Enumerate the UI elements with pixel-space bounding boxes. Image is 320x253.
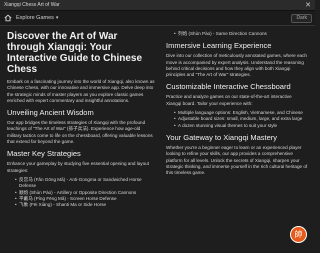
explore-games-label: Explore Games xyxy=(16,15,54,21)
close-icon[interactable]: ✕ xyxy=(305,2,311,9)
explore-games-dropdown[interactable]: Explore Games ▾ xyxy=(16,15,58,21)
list-item: A dozen stunning visual themes to suit y… xyxy=(174,123,308,130)
learning-paragraph: Dive into our collection of meticulously… xyxy=(166,53,307,78)
wisdom-paragraph: Our app bridges the timeless strategies … xyxy=(7,120,153,145)
intro-paragraph: Embark on a fascinating journey into the… xyxy=(7,79,155,103)
window-title: Xiangqi Chess Art of War xyxy=(4,2,60,8)
strategies-paragraph: Enhance your gameplay by studying five e… xyxy=(7,161,149,173)
gateway-paragraph: Whether you're a beginner eager to learn… xyxy=(166,144,308,176)
strategies-list: 反宫马 (Fǎn Gōng Mǎ) - Anti-Gongma or Sandw… xyxy=(15,177,155,209)
list-item: 反宫马 (Fǎn Gōng Mǎ) - Anti-Gongma or Sandw… xyxy=(15,177,155,190)
page-title: Discover the Art of War through Xiangqi:… xyxy=(7,31,143,75)
window-titlebar: Xiangqi Chess Art of War ✕ xyxy=(0,0,315,11)
board-heading: Customizable Interactive Chessboard xyxy=(166,82,291,92)
strategies-heading: Master Key Strategies xyxy=(7,149,81,159)
dark-mode-button[interactable]: Dark xyxy=(291,13,312,23)
list-item: 飞象 (Fēi Xiàng) - Shanti Ma or Side Horse xyxy=(15,202,155,209)
wisdom-heading: Unveiling Ancient Wisdom xyxy=(7,108,94,118)
general-piece-button[interactable]: 帥 xyxy=(290,226,307,243)
board-features-list: Multiple language options: English, Viet… xyxy=(174,110,308,129)
content-right-column: 列炮 (Shùn Pào) - Same Direction Cannons I… xyxy=(162,26,312,253)
strategies-list-continued: 列炮 (Shùn Pào) - Same Direction Cannons xyxy=(174,31,308,38)
home-icon[interactable] xyxy=(3,14,12,23)
learning-heading: Immersive Learning Experience xyxy=(166,41,272,51)
app-toolbar: Explore Games ▾ Dark xyxy=(0,11,315,26)
board-paragraph: Practice and analyze games on our state-… xyxy=(166,94,292,106)
list-item: 列炮 (Shùn Pào) - Same Direction Cannons xyxy=(174,31,308,38)
gateway-heading: Your Gateway to Xiangqi Mastery xyxy=(166,132,278,142)
chevron-down-icon: ▾ xyxy=(55,14,59,21)
content-left-column: Discover the Art of War through Xiangqi:… xyxy=(3,26,159,253)
